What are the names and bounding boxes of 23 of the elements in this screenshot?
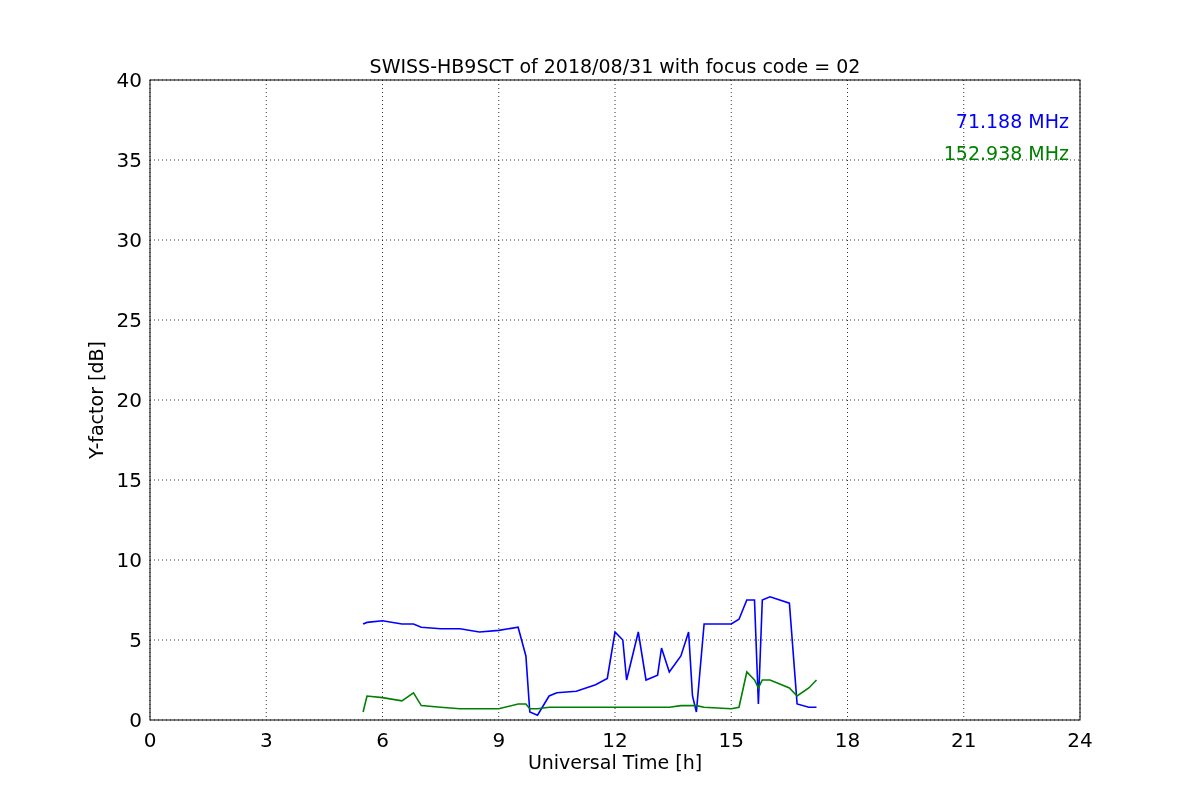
x-axis-label: Universal Time [h]	[527, 751, 703, 773]
x-tick-label: 3	[259, 728, 273, 752]
x-tick-label: 12	[602, 728, 628, 752]
legend-label: 152.938 MHz	[943, 142, 1069, 164]
y-tick-label: 25	[116, 308, 142, 332]
legend-label: 71.188 MHz	[955, 110, 1069, 132]
y-axis-label: Y-factor [dB]	[85, 341, 107, 459]
x-tick-label: 6	[376, 728, 389, 752]
x-tick-label: 0	[143, 728, 157, 752]
y-tick-label: 30	[116, 228, 142, 252]
y-tick-label: 35	[116, 148, 142, 172]
y-tick-label: 20	[116, 388, 142, 412]
x-tick-label: 18	[834, 728, 861, 752]
chart-title: SWISS-HB9SCT of 2018/08/31 with focus code = 02	[369, 55, 861, 77]
y-tick-label: 5	[129, 628, 142, 652]
y-tick-label: 15	[116, 468, 142, 492]
y-tick-label: 10	[116, 548, 142, 572]
x-tick-label: 21	[951, 728, 977, 752]
y-tick-label: 40	[116, 68, 142, 92]
x-tick-label: 9	[492, 728, 506, 752]
y-tick-label: 0	[129, 708, 142, 732]
x-tick-label: 15	[718, 728, 744, 752]
x-tick-label: 24	[1067, 728, 1093, 752]
